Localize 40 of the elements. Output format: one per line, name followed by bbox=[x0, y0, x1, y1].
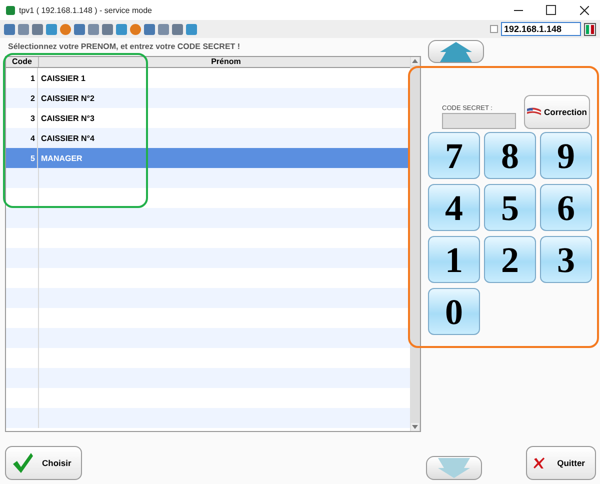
table-row[interactable]: 4 CAISSIER N°4 bbox=[6, 128, 410, 148]
quit-button[interactable]: Quitter bbox=[526, 446, 596, 480]
table-row[interactable]: 2 CAISSIER N°2 bbox=[6, 88, 410, 108]
scroll-down-icon[interactable] bbox=[411, 423, 419, 431]
correction-button[interactable]: Correction bbox=[524, 95, 590, 129]
scroll-up-button[interactable] bbox=[428, 40, 484, 63]
table-cell-text: CAISSIER 1 bbox=[40, 74, 86, 82]
app-icon bbox=[6, 6, 15, 14]
close-icon[interactable] bbox=[580, 6, 588, 14]
checkmark-icon bbox=[12, 452, 34, 474]
scroll-up-icon[interactable] bbox=[411, 57, 419, 65]
number-key[interactable]: 2 bbox=[484, 236, 536, 283]
number-key[interactable]: 9 bbox=[540, 132, 592, 179]
scroll-down-button[interactable] bbox=[426, 456, 482, 480]
number-key[interactable]: 8 bbox=[484, 132, 536, 179]
checkbox[interactable] bbox=[490, 25, 498, 33]
table-cell-text: CAISSIER N°4 bbox=[40, 134, 96, 142]
number-key[interactable]: 4 bbox=[428, 184, 480, 231]
number-key[interactable]: 1 bbox=[428, 236, 480, 283]
number-key[interactable]: 7 bbox=[428, 132, 480, 179]
address-field[interactable]: 192.168.1.148 bbox=[501, 22, 581, 36]
maximize-icon[interactable] bbox=[546, 5, 556, 15]
instruction-text: Sélectionnez votre PRENOM, et entrez votre CODE SECRET ! bbox=[7, 41, 242, 53]
table-cell: 2 bbox=[6, 88, 38, 108]
double-down-arrow-icon bbox=[436, 458, 472, 478]
table-cell-text: CAISSIER N°2 bbox=[40, 94, 96, 102]
double-up-arrow-icon bbox=[438, 42, 474, 62]
window-title: tpv1 ( 192.168.1.148 ) - service mode bbox=[19, 6, 153, 14]
status-indicator-icon bbox=[584, 22, 596, 36]
number-key[interactable]: 5 bbox=[484, 184, 536, 231]
table-cell-text: CAISSIER N°3 bbox=[40, 114, 96, 122]
scrollbar[interactable] bbox=[410, 57, 420, 431]
number-key[interactable]: 0 bbox=[428, 288, 480, 335]
number-key[interactable]: 3 bbox=[540, 236, 592, 283]
number-key[interactable]: 6 bbox=[540, 184, 592, 231]
secret-code-field[interactable] bbox=[442, 113, 516, 129]
column-header[interactable]: Prénom bbox=[39, 57, 410, 67]
table-cell-text: MANAGER bbox=[40, 154, 84, 162]
choose-button[interactable]: Choisir bbox=[5, 446, 82, 480]
column-header[interactable]: Code bbox=[6, 57, 39, 67]
